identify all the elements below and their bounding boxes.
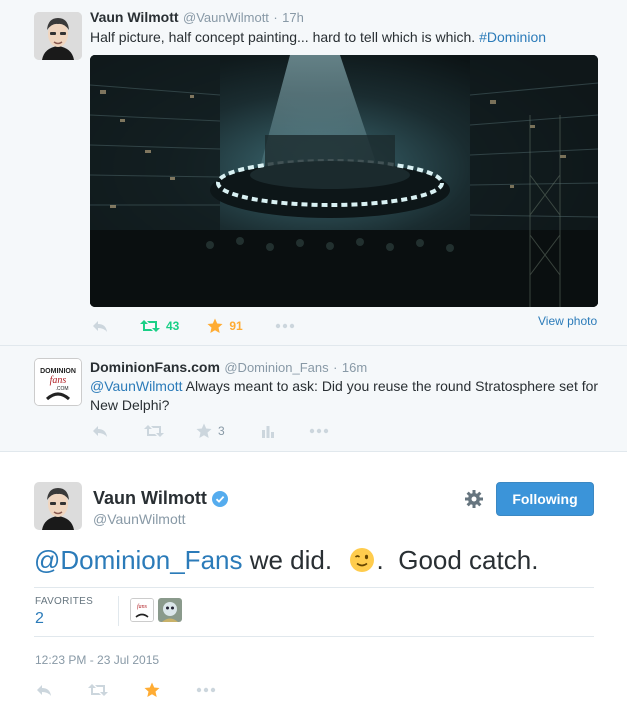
author-name[interactable]: DominionFans.com xyxy=(90,359,220,375)
retweet-button[interactable]: 43 xyxy=(140,319,179,333)
author-handle[interactable]: @VaunWilmott xyxy=(183,10,269,25)
svg-text:fans: fans xyxy=(50,375,67,386)
tweet-replied-to[interactable]: DOMINION fans .COM DominionFans.com @Dom… xyxy=(0,346,627,452)
reply-icon[interactable] xyxy=(92,319,108,333)
author-handle[interactable]: @VaunWilmott xyxy=(93,511,186,527)
svg-text:DOMINION: DOMINION xyxy=(40,368,76,375)
retweet-icon xyxy=(140,320,160,332)
tweet-text-end: . Good catch. xyxy=(376,545,539,575)
stats-divider xyxy=(118,596,119,626)
retweet-count: 43 xyxy=(166,319,180,333)
mention-link[interactable]: @Dominion_Fans xyxy=(34,543,242,577)
following-button[interactable]: Following xyxy=(496,482,594,516)
favorite-count: 91 xyxy=(229,319,243,333)
tweet-time[interactable]: 17h xyxy=(282,10,304,25)
tweet-timestamp[interactable]: 12:23 PM - 23 Jul 2015 xyxy=(35,653,159,667)
hashtag-link[interactable]: #Dominion xyxy=(479,29,546,45)
favorites-label: FAVORITES xyxy=(35,596,94,607)
favorite-button[interactable]: 3 xyxy=(196,423,225,439)
divider xyxy=(34,587,594,588)
favorite-button[interactable]: 91 xyxy=(207,318,243,334)
more-icon[interactable] xyxy=(275,323,295,329)
more-icon[interactable] xyxy=(196,687,216,693)
tweet-photo[interactable] xyxy=(90,55,598,307)
author-handle[interactable]: @Dominion_Fans xyxy=(224,360,328,375)
tweet-text: Half picture, half concept painting... h… xyxy=(90,29,476,45)
star-icon xyxy=(196,423,212,438)
author-name[interactable]: Vaun Wilmott xyxy=(93,488,207,509)
avatar[interactable]: DOMINION fans .COM xyxy=(34,358,82,406)
tweet-text: we did. xyxy=(242,545,347,575)
verified-icon xyxy=(211,490,228,507)
author-name[interactable]: Vaun Wilmott xyxy=(90,9,179,25)
view-photo-link[interactable]: View photo xyxy=(538,314,597,328)
gear-icon[interactable] xyxy=(464,489,484,514)
mention-link[interactable]: @VaunWilmott xyxy=(90,378,183,394)
avatar[interactable] xyxy=(34,482,82,530)
wink-emoji-icon xyxy=(349,547,375,573)
separator-dot: · xyxy=(273,10,278,25)
tweet-time[interactable]: 16m xyxy=(342,360,367,375)
reply-icon[interactable] xyxy=(36,683,52,697)
more-icon[interactable] xyxy=(309,428,329,434)
star-icon xyxy=(207,318,223,333)
svg-text:.COM: .COM xyxy=(55,386,68,392)
avatar[interactable] xyxy=(34,12,82,60)
tweet-reply-context[interactable]: Vaun Wilmott @VaunWilmott · 17h Half pic… xyxy=(0,0,627,346)
analytics-icon[interactable] xyxy=(261,424,275,438)
retweet-icon[interactable] xyxy=(144,424,164,438)
retweet-icon[interactable] xyxy=(88,683,108,697)
svg-text:fans: fans xyxy=(137,603,148,610)
separator-dot: · xyxy=(333,360,338,375)
reply-icon[interactable] xyxy=(92,424,108,438)
star-icon[interactable] xyxy=(144,682,160,698)
favorite-count: 3 xyxy=(218,424,225,438)
favorites-count[interactable]: 2 xyxy=(35,610,44,628)
divider xyxy=(34,636,594,637)
favoriter-avatar[interactable]: fans xyxy=(130,598,154,622)
favoriter-avatar[interactable] xyxy=(158,598,182,622)
